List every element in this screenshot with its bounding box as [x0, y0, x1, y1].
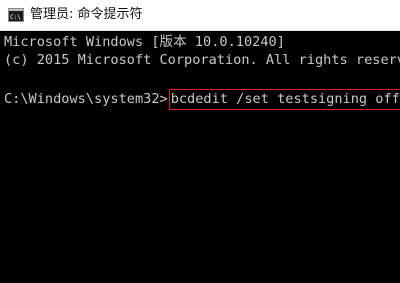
cmd-icon: C:\ — [8, 8, 24, 22]
svg-text:C:\: C:\ — [10, 14, 21, 21]
command-line: C:\Windows\system32> bcdedit /set testsig… — [4, 89, 400, 110]
console-output[interactable]: Microsoft Windows [版本 10.0.10240] (c) 20… — [0, 31, 400, 283]
title-bar[interactable]: C:\ 管理员: 命令提示符 — [0, 0, 400, 31]
console-line-copyright: (c) 2015 Microsoft Corporation. All righ… — [4, 52, 400, 68]
console-line-version: Microsoft Windows [版本 10.0.10240] — [4, 34, 285, 50]
prompt-path: C:\Windows\system32> — [4, 91, 168, 107]
highlighted-command[interactable]: bcdedit /set testsigning off — [168, 89, 400, 110]
window-title: 管理员: 命令提示符 — [30, 7, 143, 22]
command-prompt-window: C:\ 管理员: 命令提示符 Microsoft Windows [版本 10.… — [0, 0, 400, 283]
